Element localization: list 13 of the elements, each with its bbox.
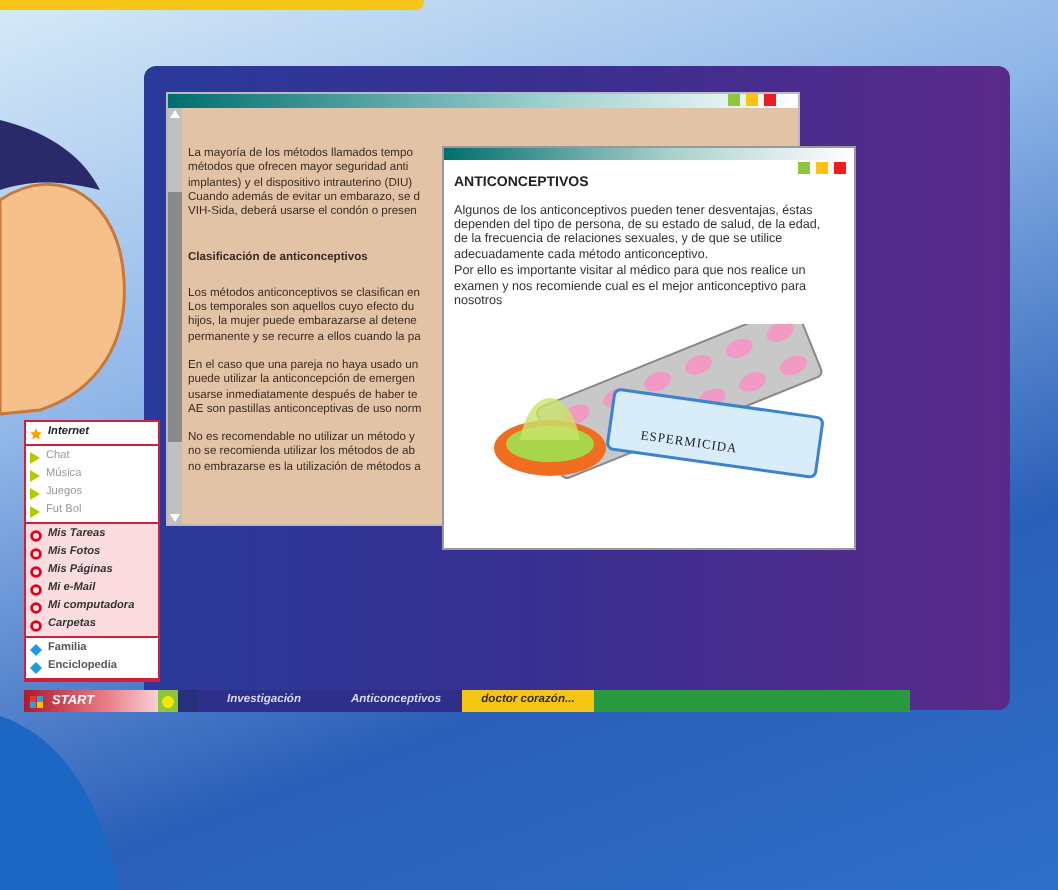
scrollbar-thumb[interactable] <box>168 191 182 441</box>
scrollbar[interactable] <box>168 108 182 524</box>
scroll-down-icon[interactable] <box>170 514 180 522</box>
windows-logo-icon <box>30 695 44 707</box>
close-button[interactable] <box>834 162 846 174</box>
maximize-button[interactable] <box>746 94 758 106</box>
quick-launch-button[interactable] <box>158 690 178 712</box>
star-icon <box>30 427 42 439</box>
maximize-button[interactable] <box>816 162 828 174</box>
minimize-button[interactable] <box>798 162 810 174</box>
close-button[interactable] <box>764 94 776 106</box>
minimize-button[interactable] <box>728 94 740 106</box>
circle-icon <box>162 695 174 707</box>
